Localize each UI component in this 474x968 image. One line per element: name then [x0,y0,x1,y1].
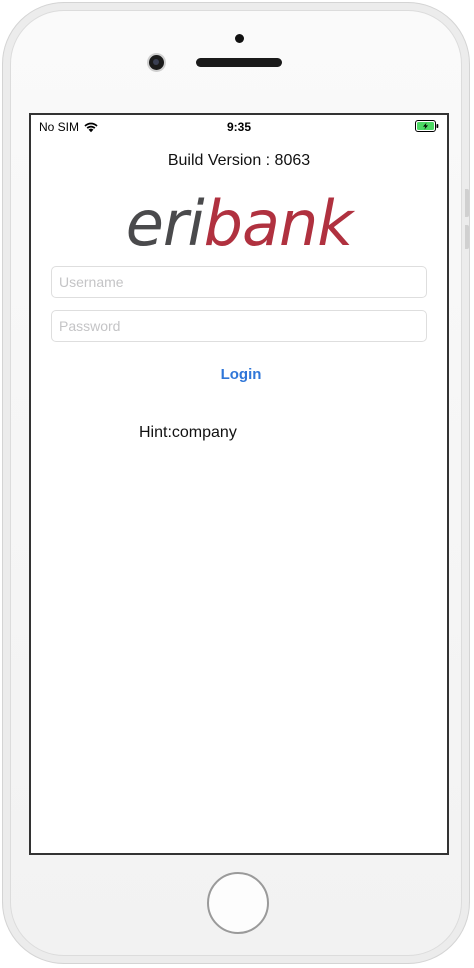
volume-down-button [465,225,469,249]
logo-part-eri: eri [125,187,205,260]
logo-part-bank: bank [203,187,354,260]
build-version-label: Build Version : 8063 [167,152,311,169]
status-bar: No SIM 9:35 [31,115,447,139]
battery-charging-icon [415,120,439,132]
login-button[interactable]: Login [191,361,291,387]
username-input[interactable] [51,266,427,298]
eribank-logo: eribank [31,189,447,259]
earpiece-speaker [196,58,282,67]
phone-frame: No SIM 9:35 Build Version: 8063 eribank… [2,2,470,964]
proximity-sensor [235,34,244,43]
front-camera [149,55,164,70]
volume-up-button [465,189,469,217]
home-button[interactable] [207,872,269,934]
password-input[interactable] [51,310,427,342]
app-screen: No SIM 9:35 Build Version: 8063 eribank… [29,113,449,855]
status-time: 9:35 [226,120,252,134]
hint-label: Hint:company [139,424,237,441]
